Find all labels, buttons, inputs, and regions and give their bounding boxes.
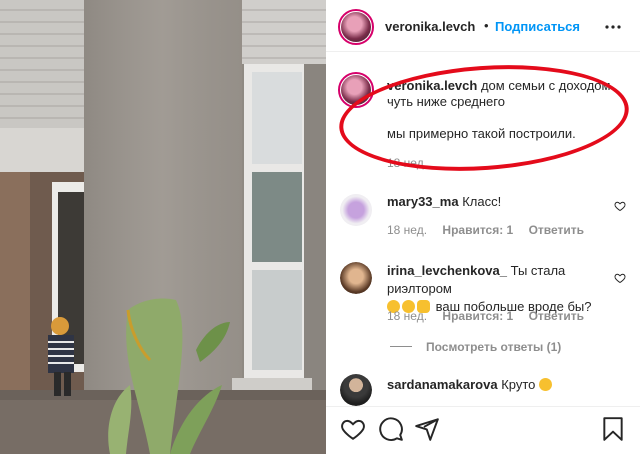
view-replies-button[interactable]: Посмотреть ответы (1) bbox=[390, 340, 561, 354]
author-username[interactable]: veronika.levch bbox=[385, 19, 475, 34]
more-horizontal-icon[interactable] bbox=[604, 18, 622, 36]
caption-line3: мы примерно такой построили. bbox=[387, 126, 576, 141]
post-action-bar bbox=[326, 406, 640, 454]
comment-like-icon[interactable] bbox=[614, 272, 626, 284]
post-side-panel: veronika.levch • Подписаться veronika.le… bbox=[326, 0, 640, 454]
comment-likes[interactable]: Нравится: 1 bbox=[442, 309, 513, 323]
author-avatar[interactable] bbox=[338, 9, 374, 45]
caption-avatar[interactable] bbox=[338, 72, 374, 108]
comment-like-icon[interactable] bbox=[614, 200, 626, 212]
caption-username[interactable]: veronika.levch bbox=[387, 78, 477, 93]
comment-text: Круто bbox=[501, 377, 536, 392]
replies-divider bbox=[390, 346, 412, 347]
post-header: veronika.levch • Подписаться bbox=[326, 0, 640, 52]
follow-button[interactable]: Подписаться bbox=[495, 19, 580, 34]
heart-eyes-emoji-icon bbox=[539, 378, 553, 391]
comment-time[interactable]: 18 нед. bbox=[387, 223, 427, 237]
commenter-avatar[interactable] bbox=[340, 194, 372, 226]
comment-item: sardanamakarova Круто bbox=[326, 372, 640, 406]
caption-line1: дом семьи с доходом bbox=[480, 78, 611, 93]
commenter-avatar[interactable] bbox=[340, 374, 372, 406]
view-replies-label[interactable]: Посмотреть ответы (1) bbox=[426, 340, 561, 354]
share-icon[interactable] bbox=[414, 416, 440, 442]
bookmark-icon[interactable] bbox=[600, 416, 626, 442]
comment-text: Класс! bbox=[462, 194, 502, 209]
header-separator: • bbox=[484, 18, 489, 33]
heart-icon[interactable] bbox=[340, 416, 366, 442]
comment-username[interactable]: mary33_ma bbox=[387, 194, 459, 209]
caption-block: veronika.levch дом семьи с доходом чуть … bbox=[326, 62, 640, 172]
comment-likes[interactable]: Нравится: 1 bbox=[442, 223, 513, 237]
reply-button[interactable]: Ответить bbox=[529, 309, 584, 323]
reply-button[interactable]: Ответить bbox=[529, 223, 584, 237]
comment-time[interactable]: 18 нед. bbox=[387, 309, 427, 323]
caption-line2: чуть ниже среднего bbox=[387, 94, 505, 109]
commenter-avatar[interactable] bbox=[340, 262, 372, 294]
house-photo-illustration bbox=[0, 0, 326, 454]
comment-icon[interactable] bbox=[378, 416, 404, 442]
comment-username[interactable]: sardanamakarova bbox=[387, 377, 498, 392]
post-photo[interactable] bbox=[0, 0, 326, 454]
comment-item: irina_levchenkova_ Ты стала риэлтором ва… bbox=[326, 254, 640, 364]
comment-username[interactable]: irina_levchenkova_ bbox=[387, 263, 507, 278]
caption-time[interactable]: 18 нед. bbox=[387, 156, 427, 170]
comment-item: mary33_ma Класс! 18 нед. Нравится: 1 Отв… bbox=[326, 186, 640, 242]
